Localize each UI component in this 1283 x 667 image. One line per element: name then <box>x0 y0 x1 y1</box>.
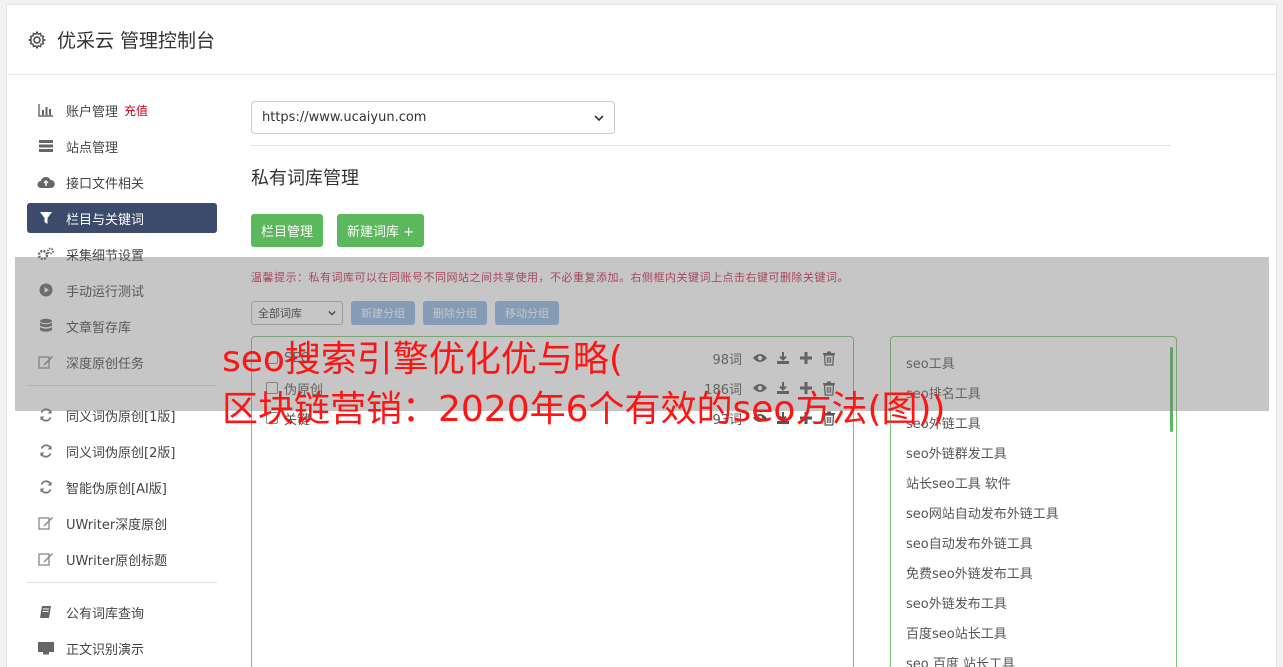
sidebar-item-label: 智能伪原创[AI版] <box>66 481 167 497</box>
site-select-value: https://www.ucaiyun.com <box>262 110 427 125</box>
sidebar-item-label: 公有词库查询 <box>66 606 145 622</box>
sidebar-item-keywords[interactable]: 栏目与关键词 <box>27 203 217 233</box>
gear-icon <box>27 30 47 49</box>
keyword-item[interactable]: seo外链发布工具 <box>891 587 1176 617</box>
sidebar-item-uwriter-title[interactable]: UWriter原创标题 <box>27 544 217 574</box>
edit-icon <box>37 551 55 567</box>
keyword-item[interactable]: seo网站自动发布外链工具 <box>891 497 1176 527</box>
keyword-item[interactable]: seo外链群发工具 <box>891 437 1176 467</box>
sidebar-divider <box>27 582 217 583</box>
keyword-item[interactable]: 站长seo工具 软件 <box>891 467 1176 497</box>
book-icon <box>37 604 55 620</box>
sidebar-item-label: 栏目与关键词 <box>66 212 145 228</box>
divider <box>251 145 1171 146</box>
action-buttons: 栏目管理 新建词库 + <box>251 214 1171 247</box>
sidebar-item-label: 正文识别演示 <box>66 642 145 658</box>
refresh-icon <box>37 479 55 495</box>
filter-icon <box>37 210 55 226</box>
sidebar-item-label: UWriter深度原创 <box>66 517 168 533</box>
cloud-upload-icon <box>37 174 55 190</box>
recharge-link[interactable]: 充值 <box>124 102 148 119</box>
sidebar-item-synonym-v2[interactable]: 同义词伪原创[2版] <box>27 436 217 466</box>
sidebar-item-label: 账户管理 <box>66 104 119 120</box>
category-manage-button[interactable]: 栏目管理 <box>251 214 324 247</box>
chevron-down-icon <box>594 114 604 121</box>
sidebar-item-label: UWriter原创标题 <box>66 553 168 569</box>
sidebar-item-label: 同义词伪原创[2版] <box>66 445 176 461</box>
overlay-line-1: seo搜索引擎优化优与略( <box>222 339 623 380</box>
header: 优采云 管理控制台 <box>7 5 1276 75</box>
sidebar-item-label: 接口文件相关 <box>66 176 145 192</box>
keyword-item[interactable]: seo 百度 站长工具 <box>891 647 1176 667</box>
bar-chart-icon <box>37 102 55 118</box>
sidebar-item-account[interactable]: 账户管理 充值 <box>27 95 217 125</box>
page-title: 优采云 管理控制台 <box>57 30 216 52</box>
server-icon <box>37 138 55 154</box>
sidebar-item-text-recognition[interactable]: 正文识别演示 <box>27 633 217 663</box>
overlay-caption: seo搜索引擎优化优与略( 区块链营销：2020年6个有效的seo方法(图)) <box>222 335 946 435</box>
keyword-item[interactable]: 免费seo外链发布工具 <box>891 557 1176 587</box>
keyword-item[interactable]: seo自动发布外链工具 <box>891 527 1176 557</box>
monitor-icon <box>37 640 55 656</box>
keyword-item[interactable]: 百度seo站长工具 <box>891 617 1176 647</box>
sidebar-item-public-lib[interactable]: 公有词库查询 <box>27 597 217 627</box>
sidebar-item-interface[interactable]: 接口文件相关 <box>27 167 217 197</box>
refresh-icon <box>37 443 55 459</box>
site-select[interactable]: https://www.ucaiyun.com <box>251 101 615 134</box>
sidebar-item-ai-original[interactable]: 智能伪原创[AI版] <box>27 472 217 502</box>
new-library-button[interactable]: 新建词库 + <box>337 214 425 247</box>
sidebar-item-uwriter-deep[interactable]: UWriter深度原创 <box>27 508 217 538</box>
sidebar-item-sites[interactable]: 站点管理 <box>27 131 217 161</box>
edit-icon <box>37 515 55 531</box>
section-title: 私有词库管理 <box>251 168 359 189</box>
overlay-line-2: 区块链营销：2020年6个有效的seo方法(图)) <box>222 389 946 430</box>
sidebar-item-label: 站点管理 <box>66 140 119 156</box>
